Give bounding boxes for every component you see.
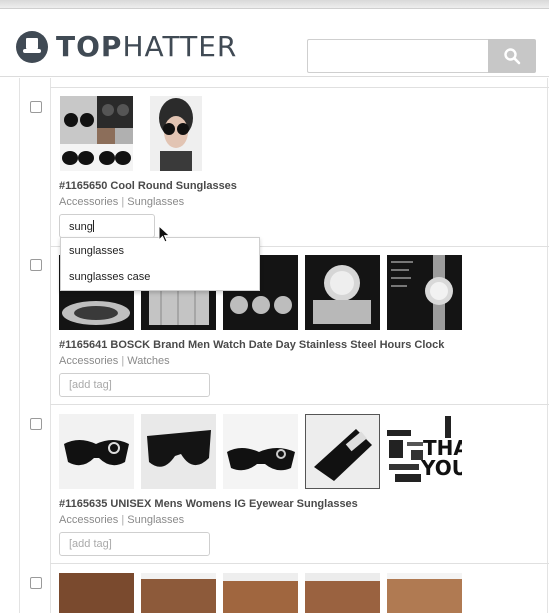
row-select-checkbox[interactable] bbox=[30, 259, 42, 271]
product-name: Cool Round Sunglasses bbox=[110, 180, 237, 192]
top-hat-icon bbox=[16, 31, 48, 63]
product-image[interactable] bbox=[141, 414, 216, 489]
product-title[interactable]: #1165650 Cool Round Sunglasses bbox=[59, 180, 237, 192]
product-image[interactable] bbox=[223, 414, 298, 489]
product-image[interactable] bbox=[387, 573, 462, 613]
product-image[interactable] bbox=[60, 96, 133, 171]
product-number: #1165650 bbox=[59, 180, 108, 192]
category-link[interactable]: Accessories bbox=[59, 196, 118, 208]
tag-input[interactable]: [add tag] bbox=[59, 373, 210, 397]
column-divider bbox=[50, 78, 51, 613]
column-divider bbox=[547, 78, 548, 613]
thank-you-line-1: THA bbox=[423, 436, 462, 460]
product-image[interactable]: THA YOU bbox=[387, 414, 462, 489]
product-image[interactable] bbox=[59, 414, 134, 489]
product-name: UNISEX Mens Womens IG Eyewear Sunglasses bbox=[110, 498, 358, 510]
logo-hatter: HATTER bbox=[122, 30, 238, 63]
product-categories: Accessories | Watches bbox=[59, 355, 170, 367]
row-divider bbox=[50, 404, 549, 405]
subcategory-link[interactable]: Watches bbox=[127, 355, 169, 367]
search-button[interactable] bbox=[488, 39, 536, 73]
product-title[interactable]: #1165641 BOSCK Brand Men Watch Date Day … bbox=[59, 339, 444, 351]
mouse-pointer-icon bbox=[158, 225, 171, 243]
tag-autocomplete-dropdown: sunglasses sunglasses case bbox=[60, 237, 260, 291]
product-image[interactable] bbox=[305, 414, 380, 489]
logo-wordmark: TOPHATTER bbox=[56, 31, 237, 63]
site-header: TOPHATTER bbox=[0, 9, 549, 77]
category-link[interactable]: Accessories bbox=[59, 355, 118, 367]
product-image[interactable] bbox=[305, 573, 380, 613]
tag-input[interactable]: [add tag] bbox=[59, 532, 210, 556]
category-separator: | bbox=[121, 196, 125, 208]
category-link[interactable]: Accessories bbox=[59, 514, 118, 526]
tag-input[interactable]: sung bbox=[59, 214, 155, 238]
browser-top-strip bbox=[0, 0, 549, 9]
product-categories: Accessories | Sunglasses bbox=[59, 196, 184, 208]
thank-you-line-2: YOU bbox=[421, 456, 462, 480]
logo-top: TOP bbox=[56, 30, 123, 63]
product-image[interactable] bbox=[150, 96, 202, 171]
category-separator: | bbox=[121, 514, 125, 526]
product-title[interactable]: #1165635 UNISEX Mens Womens IG Eyewear S… bbox=[59, 498, 358, 510]
tag-input-value: sung bbox=[69, 221, 93, 233]
search-icon bbox=[504, 48, 521, 65]
product-image[interactable] bbox=[387, 255, 462, 330]
row-divider bbox=[50, 563, 549, 564]
subcategory-link[interactable]: Sunglasses bbox=[127, 196, 184, 208]
search-input[interactable] bbox=[307, 39, 488, 73]
row-select-checkbox[interactable] bbox=[30, 418, 42, 430]
product-image[interactable] bbox=[305, 255, 380, 330]
row-divider bbox=[50, 87, 549, 88]
subcategory-link[interactable]: Sunglasses bbox=[127, 514, 184, 526]
product-image[interactable] bbox=[59, 573, 134, 613]
row-select-checkbox[interactable] bbox=[30, 101, 42, 113]
product-number: #1165635 bbox=[59, 498, 108, 510]
category-separator: | bbox=[121, 355, 125, 367]
product-categories: Accessories | Sunglasses bbox=[59, 514, 184, 526]
product-number: #1165641 bbox=[59, 339, 108, 351]
tophatter-logo[interactable]: TOPHATTER bbox=[16, 31, 237, 63]
row-select-checkbox[interactable] bbox=[30, 577, 42, 589]
autocomplete-option[interactable]: sunglasses case bbox=[61, 264, 259, 290]
column-divider bbox=[19, 78, 20, 613]
product-image[interactable] bbox=[141, 573, 216, 613]
text-caret bbox=[92, 220, 94, 232]
product-image[interactable] bbox=[223, 573, 298, 613]
product-name: BOSCK Brand Men Watch Date Day Stainless… bbox=[110, 339, 445, 351]
